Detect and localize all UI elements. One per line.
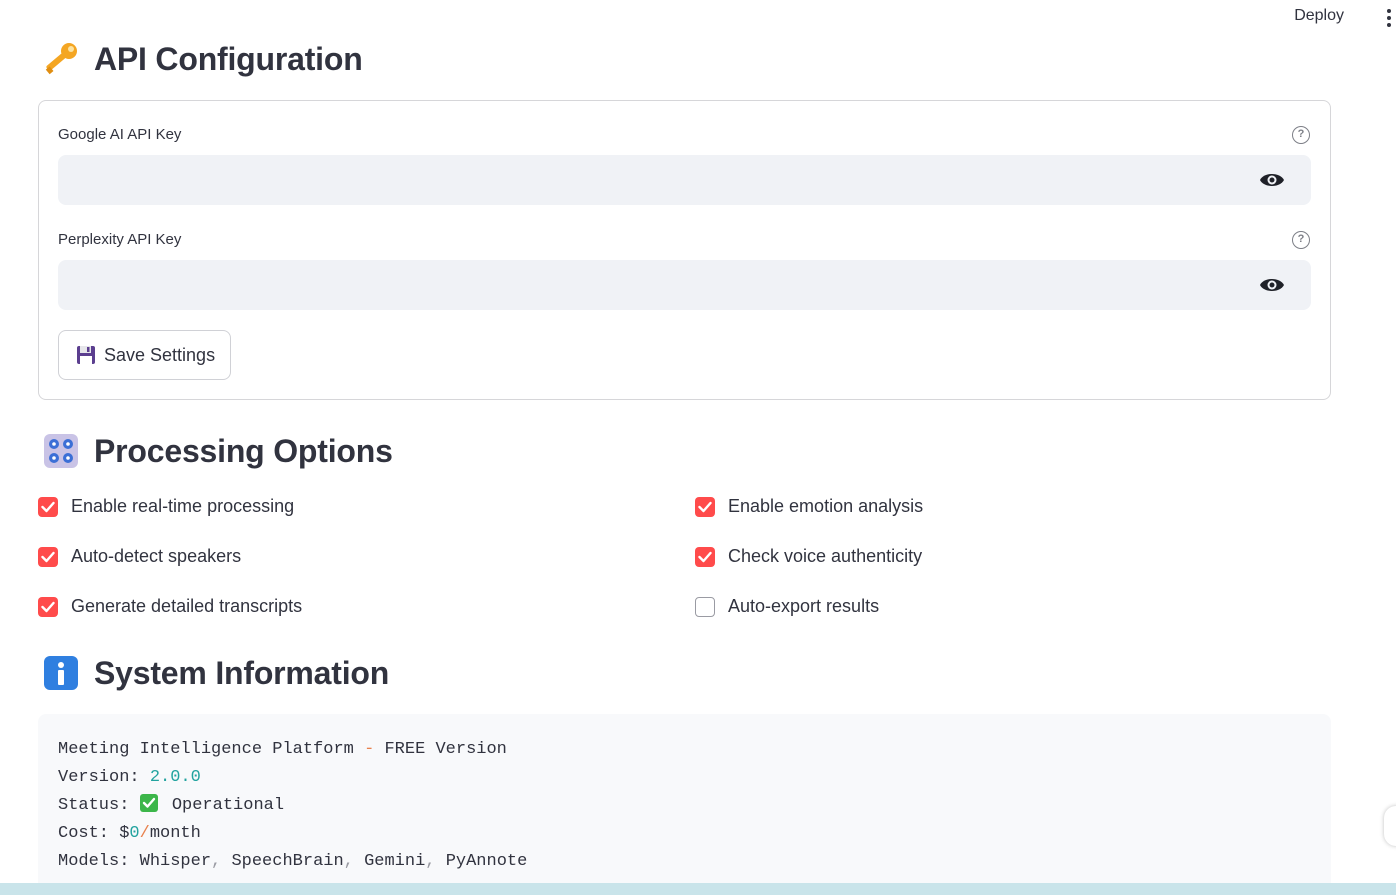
system-info-heading: System Information <box>42 654 389 692</box>
checkbox-label: Generate detailed transcripts <box>71 596 303 616</box>
question-circle-icon[interactable]: ? <box>1292 126 1310 144</box>
checkbox-voice-authenticity[interactable]: Check voice authenticity <box>695 546 922 567</box>
section-title: Processing Options <box>94 432 393 469</box>
checkbox-checked-icon[interactable] <box>695 546 715 567</box>
checkbox-label: Auto-detect speakers <box>71 546 242 566</box>
perplexity-api-key-label: Perplexity API Key <box>58 231 182 248</box>
deploy-button[interactable]: Deploy <box>1282 7 1356 25</box>
checkbox-auto-detect-speakers[interactable]: Auto-detect speakers <box>38 546 241 567</box>
checkbox-realtime[interactable]: Enable real-time processing <box>38 496 294 517</box>
api-config-heading: API Configuration <box>42 40 363 78</box>
checkbox-label: Enable emotion analysis <box>728 496 924 516</box>
floppy-disk-icon <box>77 346 95 364</box>
more-options-icon[interactable] <box>1384 9 1394 27</box>
question-circle-icon[interactable]: ? <box>1292 231 1310 249</box>
perplexity-api-key-input[interactable] <box>58 260 1311 310</box>
checkbox-checked-icon[interactable] <box>38 596 58 617</box>
info-icon <box>42 654 80 692</box>
checkbox-label: Auto-export results <box>728 596 880 616</box>
checkbox-label: Enable real-time processing <box>71 496 295 516</box>
code-line: Status: Operational <box>58 794 285 815</box>
checkbox-checked-icon[interactable] <box>38 546 58 567</box>
checkbox-unchecked-icon[interactable] <box>695 596 715 617</box>
google-api-key-input[interactable] <box>58 155 1311 205</box>
eye-icon[interactable] <box>1259 275 1285 295</box>
scroll-handle[interactable] <box>1384 806 1396 846</box>
api-settings-form: Google AI API Key ? Perplexity API Key ?… <box>38 100 1331 400</box>
eye-icon[interactable] <box>1259 170 1285 190</box>
system-info-code-block: Meeting Intelligence Platform - FREE Ver… <box>38 714 1331 895</box>
page-title: API Configuration <box>94 40 363 77</box>
code-line: Models: Whisper, SpeechBrain, Gemini, Py… <box>58 852 528 871</box>
save-settings-label: Save Settings <box>104 344 216 365</box>
code-line: Cost: $0/month <box>58 824 201 843</box>
code-line: Meeting Intelligence Platform - FREE Ver… <box>58 740 507 759</box>
code-line: Version: 2.0.0 <box>58 768 201 787</box>
section-title: System Information <box>94 654 390 691</box>
os-taskbar <box>0 883 1396 895</box>
check-mark-icon <box>139 794 158 812</box>
processing-options-heading: Processing Options <box>42 432 393 470</box>
checkbox-detailed-transcripts[interactable]: Generate detailed transcripts <box>38 596 302 617</box>
checkbox-checked-icon[interactable] <box>38 496 58 517</box>
checkbox-label: Check voice authenticity <box>728 546 923 566</box>
checkbox-checked-icon[interactable] <box>695 496 715 517</box>
checkbox-emotion-analysis[interactable]: Enable emotion analysis <box>695 496 923 517</box>
google-api-key-label: Google AI API Key <box>58 126 182 143</box>
key-icon <box>42 40 80 78</box>
save-settings-button[interactable]: Save Settings <box>58 330 232 380</box>
control-knobs-icon <box>42 432 80 470</box>
checkbox-auto-export[interactable]: Auto-export results <box>695 596 879 617</box>
